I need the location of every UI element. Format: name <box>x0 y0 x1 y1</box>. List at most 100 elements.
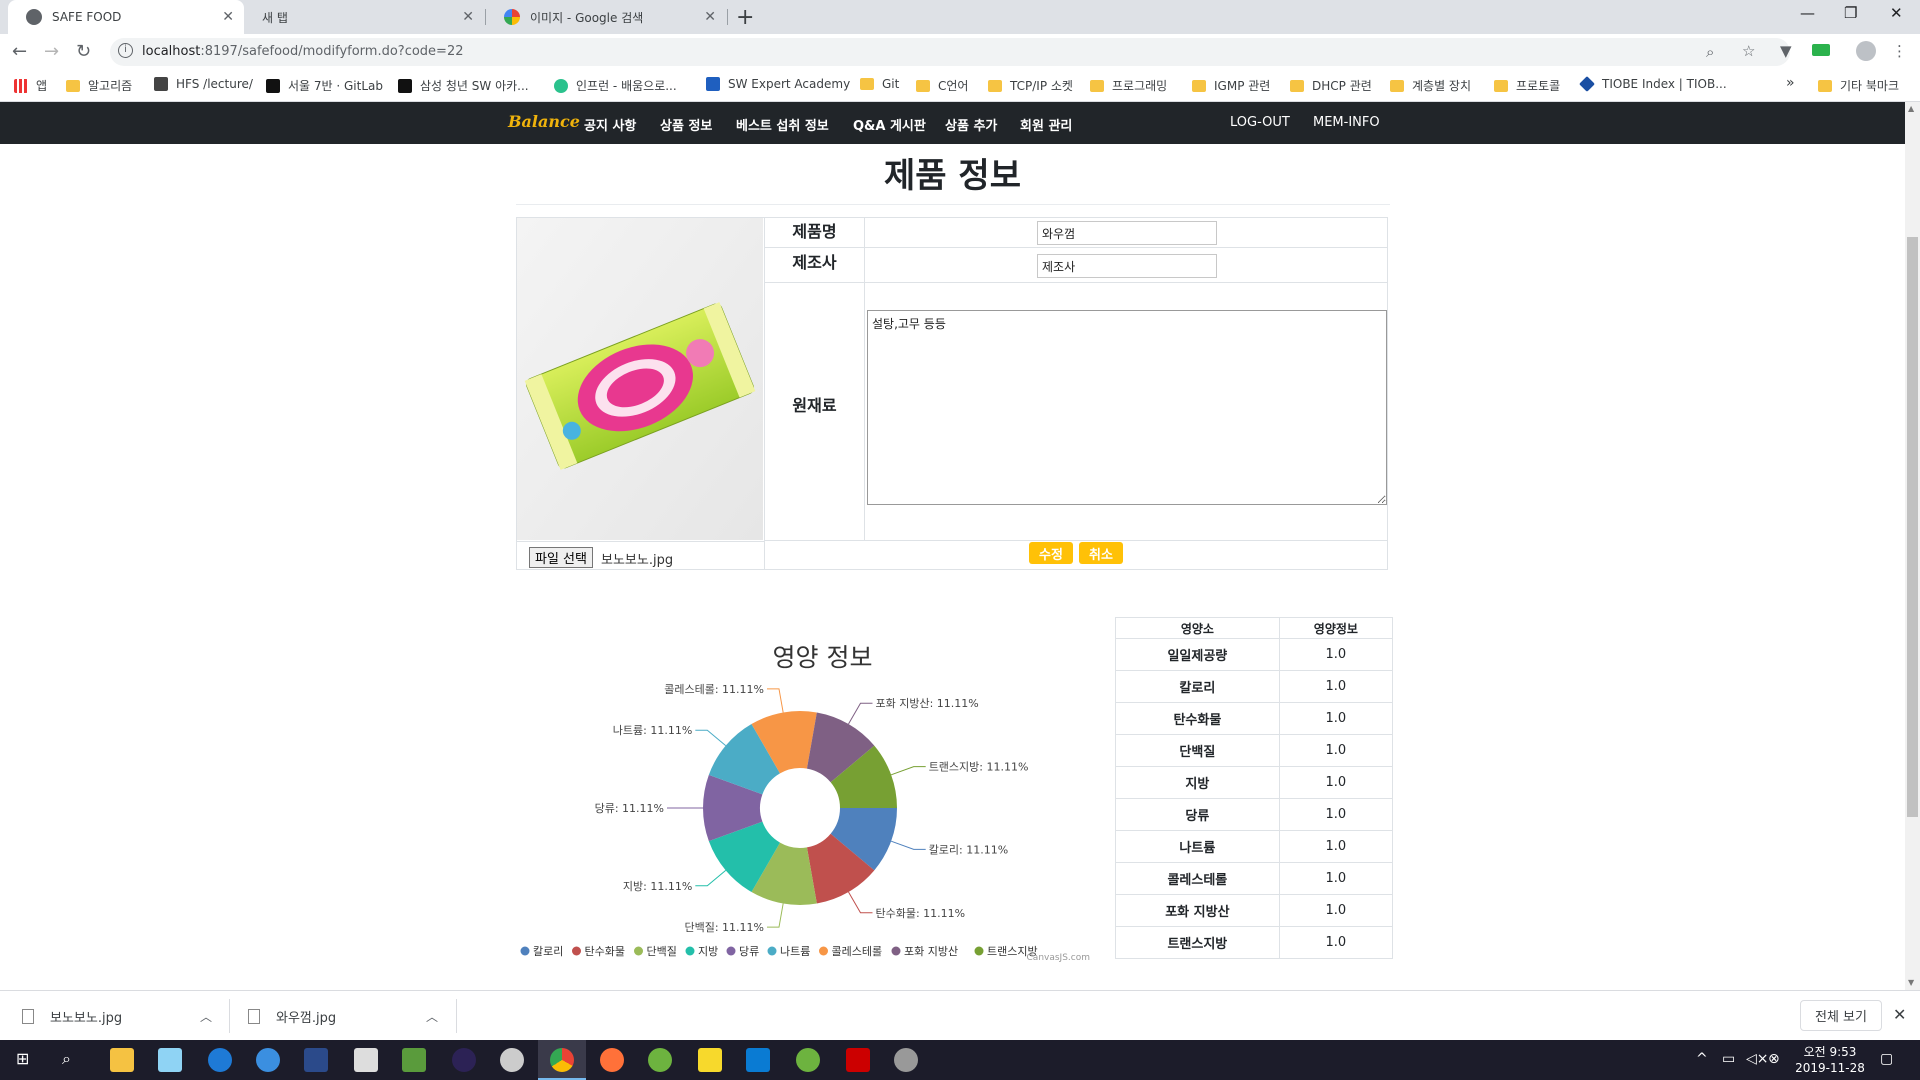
back-arrow-icon[interactable]: ← <box>12 41 27 62</box>
bookmark-git[interactable]: Git <box>860 77 899 91</box>
vscode-icon[interactable] <box>746 1048 770 1072</box>
profile-avatar-icon[interactable] <box>1856 41 1876 61</box>
address-bar[interactable]: i localhost:8197/safefood/modifyform.do?… <box>110 38 1790 66</box>
file-select-button[interactable]: 파일 선택 <box>529 547 593 568</box>
legend-item[interactable]: 당류 <box>726 945 760 958</box>
chevron-up-icon[interactable]: ︿ <box>200 1008 212 1025</box>
windows-start-icon[interactable]: ⊞ <box>16 1049 29 1068</box>
legend-item[interactable]: 칼로리 <box>520 945 564 958</box>
bookmark-tcpip[interactable]: TCP/IP 소켓 <box>988 77 1073 94</box>
network-icon[interactable]: ▭ <box>1722 1051 1735 1067</box>
spring-icon[interactable] <box>648 1048 672 1072</box>
scroll-up-arrow-icon[interactable]: ▲ <box>1908 104 1914 113</box>
vuejs-extension-icon[interactable]: ▼ <box>1780 42 1792 60</box>
bookmark-algorithm[interactable]: 알고리즘 <box>66 77 132 94</box>
ingredients-textarea[interactable]: 설탕,고무 등등 <box>867 310 1387 505</box>
bookmark-swea[interactable]: SW Expert Academy <box>706 77 850 91</box>
bookmark-apps[interactable]: 앱 <box>14 77 47 94</box>
site-info-icon[interactable]: i <box>118 43 133 58</box>
nav-member-manage[interactable]: 회원 관리 <box>1020 115 1072 134</box>
brand-logo[interactable]: Balance <box>508 112 580 131</box>
sticky-notes-icon[interactable] <box>698 1048 722 1072</box>
action-center-icon[interactable]: ▢ <box>1880 1051 1893 1067</box>
nutrient-value: 1.0 <box>1278 702 1394 735</box>
nav-product-info[interactable]: 상품 정보 <box>660 115 712 134</box>
volume-muted-icon[interactable]: ◁× <box>1746 1051 1769 1067</box>
bookmark-ssafy[interactable]: 삼성 청년 SW 아카... <box>398 77 529 94</box>
restore-icon[interactable]: ❐ <box>1844 4 1857 22</box>
firefox-icon[interactable] <box>600 1048 624 1072</box>
legend-item[interactable]: 포화 지방산 <box>891 945 959 958</box>
close-tab-icon[interactable]: ✕ <box>704 9 716 25</box>
legend-item[interactable]: 탄수화물 <box>572 945 625 958</box>
nav-best-intake[interactable]: 베스트 섭취 정보 <box>736 115 829 134</box>
taskbar-clock[interactable]: 오전 9:53 2019-11-28 <box>1790 1044 1870 1076</box>
chrome-icon[interactable] <box>550 1048 574 1072</box>
notification-error-icon[interactable]: ⊗ <box>1768 1051 1780 1067</box>
reload-icon[interactable]: ↻ <box>76 41 91 62</box>
url-text[interactable]: localhost:8197/safefood/modifyform.do?co… <box>142 44 464 59</box>
kebab-menu-icon[interactable]: ⋮ <box>1892 42 1907 60</box>
close-tab-icon[interactable]: ✕ <box>222 9 234 25</box>
show-all-downloads-button[interactable]: 전체 보기 <box>1800 1000 1882 1031</box>
product-name-input[interactable] <box>1037 221 1217 245</box>
eclipse-icon[interactable] <box>452 1048 476 1072</box>
bookmark-hfs[interactable]: HFS /lecture/ <box>154 77 253 91</box>
tray-overflow-icon[interactable]: ^ <box>1696 1051 1708 1067</box>
legend-item[interactable]: 나트륨 <box>767 945 811 958</box>
nav-mem-info[interactable]: MEM-INFO <box>1313 115 1380 130</box>
bookmark-inflearn[interactable]: 인프런 - 배움으로... <box>554 77 677 94</box>
forward-arrow-icon[interactable]: → <box>44 41 59 62</box>
settings-app-icon[interactable] <box>894 1048 918 1072</box>
legend-item[interactable]: 단백질 <box>634 945 677 958</box>
bookmark-programming[interactable]: 프로그래밍 <box>1090 77 1167 94</box>
chevron-up-icon[interactable]: ︿ <box>426 1008 438 1025</box>
window-close-icon[interactable]: ✕ <box>1890 4 1903 22</box>
new-tab-plus-icon[interactable]: + <box>736 5 754 30</box>
notepad-icon[interactable] <box>158 1048 182 1072</box>
download-item[interactable]: 와우껌.jpg ︿ <box>248 991 448 1041</box>
other-bookmarks[interactable]: 기타 북마크 <box>1818 77 1899 94</box>
maker-input[interactable] <box>1037 254 1217 278</box>
scroll-down-arrow-icon[interactable]: ▼ <box>1908 978 1914 987</box>
nav-add-product[interactable]: 상품 추가 <box>945 115 997 134</box>
paint-icon[interactable] <box>500 1048 524 1072</box>
nav-logout[interactable]: LOG-OUT <box>1230 115 1290 130</box>
internet-explorer-icon[interactable] <box>256 1048 280 1072</box>
extension-icon[interactable] <box>1812 44 1830 56</box>
legend-item[interactable]: 콜레스테롤 <box>819 945 882 958</box>
close-tab-icon[interactable]: ✕ <box>462 9 474 25</box>
scrollbar-thumb[interactable] <box>1907 237 1918 817</box>
tab-google-images[interactable]: 이미지 - Google 검색 ✕ <box>486 0 726 34</box>
spring-tool-suite-icon[interactable] <box>796 1048 820 1072</box>
bookmark-gitlab[interactable]: 서울 7반 · GitLab <box>266 77 383 94</box>
cancel-button[interactable]: 취소 <box>1079 542 1123 564</box>
nav-qna-board[interactable]: Q&A 게시판 <box>853 115 926 134</box>
download-item[interactable]: 보노보노.jpg ︿ <box>22 991 222 1041</box>
submit-modify-button[interactable]: 수정 <box>1029 542 1073 564</box>
typora-icon[interactable] <box>354 1048 378 1072</box>
file-explorer-icon[interactable] <box>110 1048 134 1072</box>
close-download-shelf-icon[interactable]: ✕ <box>1893 1005 1906 1024</box>
page-scrollbar[interactable]: ▲ ▼ <box>1905 102 1920 990</box>
acrobat-icon[interactable] <box>846 1048 870 1072</box>
bookmark-tiobe[interactable]: TIOBE Index | TIOB... <box>1579 76 1727 92</box>
legend-item[interactable]: 지방 <box>685 945 719 958</box>
ide-icon[interactable] <box>304 1048 328 1072</box>
bookmark-protocol[interactable]: 프로토콜 <box>1494 77 1560 94</box>
slice-leader-line <box>890 766 926 776</box>
search-icon[interactable]: ⌕ <box>62 1049 71 1069</box>
bookmark-layer-devices[interactable]: 계층별 장치 <box>1390 77 1471 94</box>
tab-safe-food[interactable]: SAFE FOOD ✕ <box>8 0 244 34</box>
bookmark-star-icon[interactable]: ☆ <box>1742 42 1755 60</box>
bookmark-c-lang[interactable]: C언어 <box>916 77 968 94</box>
nav-notice[interactable]: 공지 사항 <box>584 115 636 134</box>
bookmark-igmp[interactable]: IGMP 관련 <box>1192 77 1270 94</box>
edge-icon[interactable] <box>208 1048 232 1072</box>
bookmarks-overflow-chevron-icon[interactable]: » <box>1786 75 1795 91</box>
bookmark-dhcp[interactable]: DHCP 관련 <box>1290 77 1372 94</box>
tab-new-tab[interactable]: 새 탭 ✕ <box>244 0 484 34</box>
zoom-icon[interactable]: ⌕ <box>1706 43 1714 61</box>
notepad-plus-icon[interactable] <box>402 1048 426 1072</box>
minimize-icon[interactable]: — <box>1800 4 1815 22</box>
